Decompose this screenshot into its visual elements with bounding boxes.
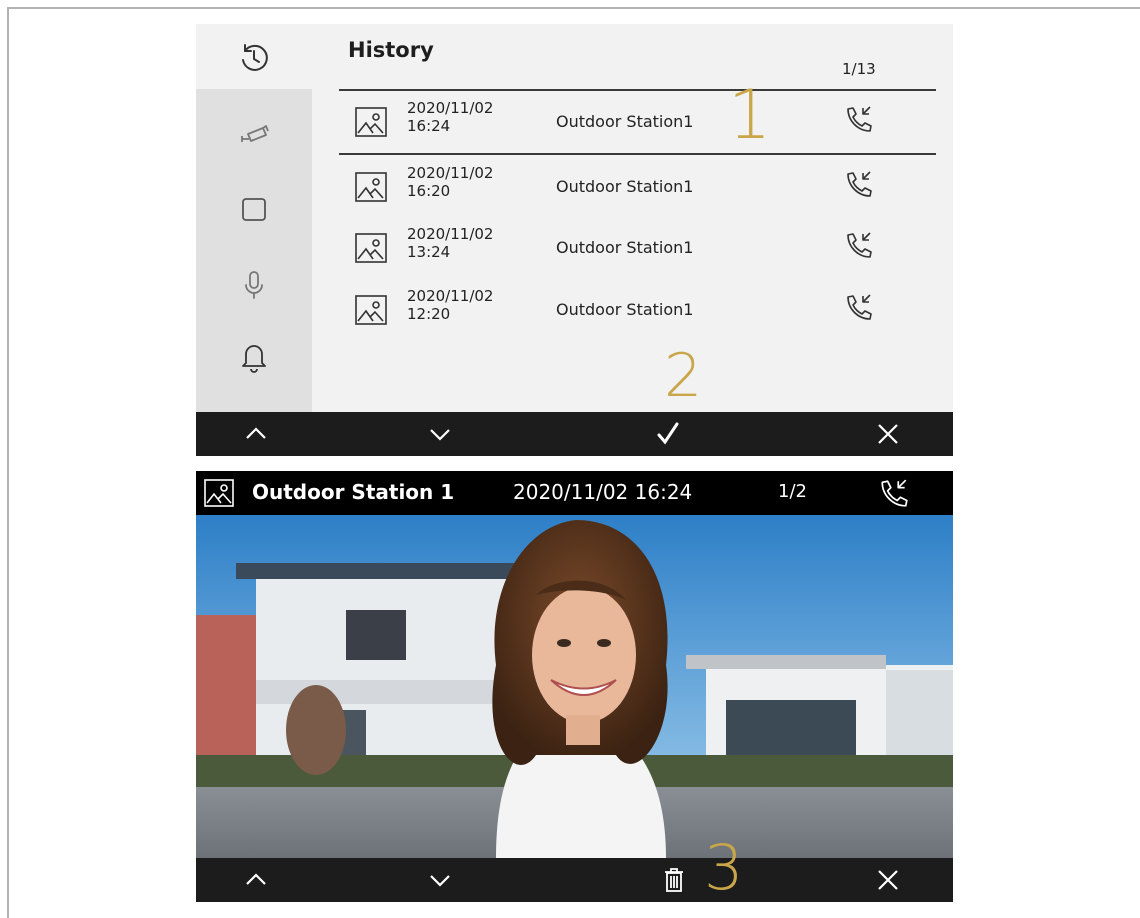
image-icon <box>355 295 387 325</box>
incoming-call-icon <box>844 230 874 260</box>
page-indicator: 1/2 <box>778 481 807 502</box>
history-row[interactable]: 2020/11/02 16:24 Outdoor Station1 <box>339 92 936 150</box>
sidebar <box>196 24 312 412</box>
callout-marker: 1 <box>728 76 772 155</box>
callout-marker: 2 <box>664 341 703 411</box>
incoming-call-icon <box>844 292 874 322</box>
history-date: 2020/11/02 16:20 <box>407 164 494 200</box>
chevron-up-icon[interactable] <box>226 412 286 456</box>
incoming-call-icon <box>878 477 910 509</box>
history-date: 2020/11/02 12:20 <box>407 287 494 323</box>
history-station: Outdoor Station1 <box>556 300 694 319</box>
image-icon <box>355 107 387 137</box>
callout-marker: 3 <box>704 831 744 902</box>
page-indicator: 1/13 <box>842 60 876 78</box>
history-date: 2020/11/02 16:24 <box>407 99 494 135</box>
page-title: History <box>348 38 434 62</box>
history-row[interactable]: 2020/11/02 12:20 Outdoor Station1 <box>339 280 936 338</box>
history-station: Outdoor Station1 <box>556 112 694 131</box>
bottom-toolbar <box>196 412 953 456</box>
bottom-toolbar <box>196 858 953 902</box>
close-icon[interactable] <box>858 412 918 456</box>
history-screen: History 1/13 2020/11/02 16:24 Outdoor Sta… <box>196 24 953 456</box>
camera-icon[interactable] <box>236 117 272 153</box>
call-datetime: 2020/11/02 16:24 <box>513 480 693 504</box>
image-icon <box>355 172 387 202</box>
station-name: Outdoor Station 1 <box>252 480 455 504</box>
square-icon[interactable] <box>236 191 272 227</box>
history-row[interactable]: 2020/11/02 13:24 Outdoor Station1 <box>339 218 936 276</box>
history-row[interactable]: 2020/11/02 16:20 Outdoor Station1 <box>339 157 936 215</box>
image-icon <box>204 479 234 507</box>
bell-icon[interactable] <box>236 338 272 374</box>
chevron-up-icon[interactable] <box>226 858 286 902</box>
history-station: Outdoor Station1 <box>556 177 694 196</box>
divider <box>339 153 936 155</box>
close-icon[interactable] <box>858 858 918 902</box>
incoming-call-icon <box>844 169 874 199</box>
divider <box>339 89 936 91</box>
image-icon <box>355 233 387 263</box>
chevron-down-icon[interactable] <box>410 858 470 902</box>
check-icon[interactable] <box>638 412 698 456</box>
visitor-snapshot <box>196 515 953 858</box>
trash-icon[interactable] <box>644 858 704 902</box>
history-date: 2020/11/02 13:24 <box>407 225 494 261</box>
call-detail-screen: Outdoor Station 1 2020/11/02 16:24 1/2 3 <box>196 471 953 902</box>
incoming-call-icon <box>844 104 874 134</box>
history-station: Outdoor Station1 <box>556 238 694 257</box>
detail-header: Outdoor Station 1 2020/11/02 16:24 1/2 <box>196 471 953 515</box>
chevron-down-icon[interactable] <box>410 412 470 456</box>
microphone-icon[interactable] <box>236 267 272 303</box>
history-icon[interactable] <box>236 40 272 76</box>
